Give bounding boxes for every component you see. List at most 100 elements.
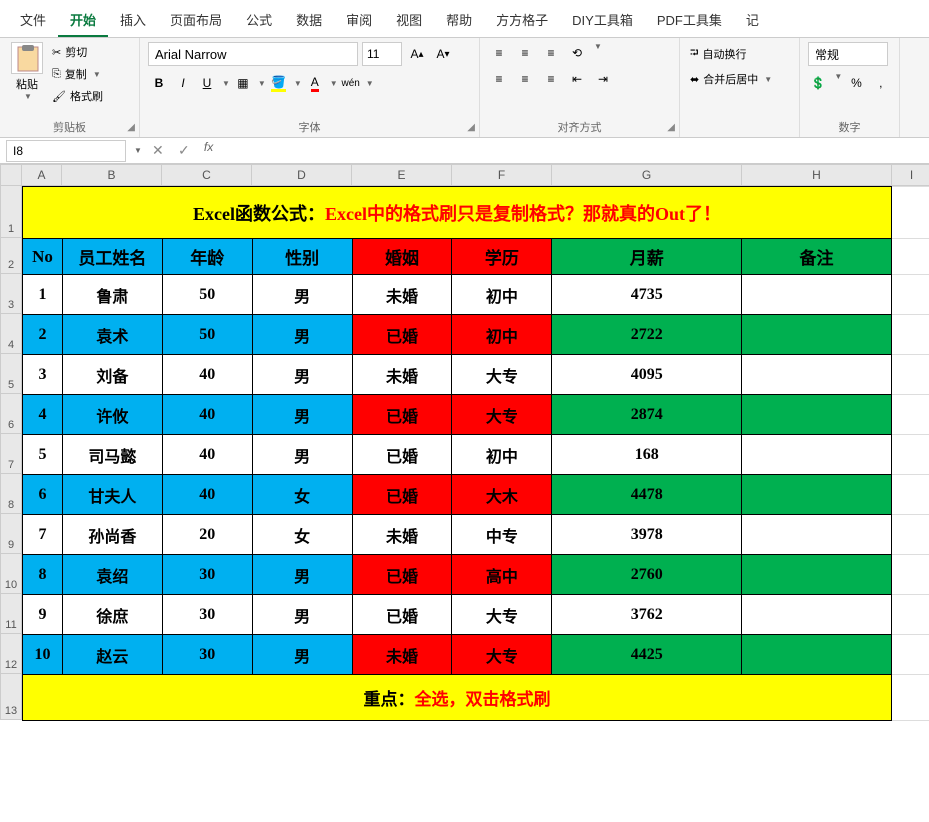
chevron-down-icon[interactable]: ▼ bbox=[222, 79, 230, 88]
cell-r2-c7[interactable] bbox=[742, 355, 892, 395]
cell-r3-c2[interactable]: 40 bbox=[162, 395, 252, 435]
col-header-E[interactable]: E bbox=[352, 164, 452, 186]
align-center-button[interactable]: ≡ bbox=[514, 68, 536, 90]
increase-font-button[interactable]: A▴ bbox=[406, 43, 428, 65]
row-header-13[interactable]: 13 bbox=[0, 674, 22, 720]
menu-item-6[interactable]: 审阅 bbox=[334, 4, 384, 37]
cell-r8-c4[interactable]: 已婚 bbox=[352, 595, 452, 635]
row-header-12[interactable]: 12 bbox=[0, 634, 22, 674]
number-format-select[interactable] bbox=[808, 42, 888, 66]
select-all-corner[interactable] bbox=[0, 164, 22, 186]
cell-r9-c4[interactable]: 未婚 bbox=[352, 635, 452, 675]
cell-r0-c6[interactable]: 4735 bbox=[552, 275, 742, 315]
row-header-6[interactable]: 6 bbox=[0, 394, 22, 434]
row-header-4[interactable]: 4 bbox=[0, 314, 22, 354]
col-header-C[interactable]: C bbox=[162, 164, 252, 186]
cell-I5[interactable] bbox=[891, 355, 929, 395]
increase-indent-button[interactable]: ⇥ bbox=[592, 68, 614, 90]
cell-r4-c7[interactable] bbox=[742, 435, 892, 475]
cell-r8-c5[interactable]: 大专 bbox=[452, 595, 552, 635]
border-button[interactable]: ▦ bbox=[232, 72, 254, 94]
row-header-3[interactable]: 3 bbox=[0, 274, 22, 314]
cell-r5-c7[interactable] bbox=[742, 475, 892, 515]
cell-r8-c2[interactable]: 30 bbox=[162, 595, 252, 635]
cell-r7-c4[interactable]: 已婚 bbox=[352, 555, 452, 595]
col-header-D[interactable]: D bbox=[252, 164, 352, 186]
cell-r0-c5[interactable]: 初中 bbox=[452, 275, 552, 315]
confirm-formula-button[interactable]: ✓ bbox=[172, 140, 196, 162]
cell-r5-c6[interactable]: 4478 bbox=[552, 475, 742, 515]
font-color-button[interactable]: A bbox=[304, 72, 326, 94]
cell-r5-c2[interactable]: 40 bbox=[162, 475, 252, 515]
cell-r3-c3[interactable]: 男 bbox=[252, 395, 352, 435]
cell-r5-c0[interactable]: 6 bbox=[23, 475, 63, 515]
cell-r5-c4[interactable]: 已婚 bbox=[352, 475, 452, 515]
align-left-button[interactable]: ≡ bbox=[488, 68, 510, 90]
cell-r8-c3[interactable]: 男 bbox=[252, 595, 352, 635]
cell-r1-c4[interactable]: 已婚 bbox=[352, 315, 452, 355]
header-cell-7[interactable]: 备注 bbox=[742, 239, 892, 275]
cell-r4-c2[interactable]: 40 bbox=[162, 435, 252, 475]
row-header-10[interactable]: 10 bbox=[0, 554, 22, 594]
menu-item-1[interactable]: 开始 bbox=[58, 4, 108, 37]
cell-I11[interactable] bbox=[891, 595, 929, 635]
cell-r5-c1[interactable]: 甘夫人 bbox=[62, 475, 162, 515]
cell-r7-c2[interactable]: 30 bbox=[162, 555, 252, 595]
cell-r8-c1[interactable]: 徐庶 bbox=[62, 595, 162, 635]
cell-r7-c3[interactable]: 男 bbox=[252, 555, 352, 595]
bold-button[interactable]: B bbox=[148, 72, 170, 94]
row-header-5[interactable]: 5 bbox=[0, 354, 22, 394]
header-cell-1[interactable]: 员工姓名 bbox=[62, 239, 162, 275]
menu-item-11[interactable]: PDF工具集 bbox=[645, 4, 734, 37]
formula-input[interactable] bbox=[223, 140, 929, 162]
merge-center-button[interactable]: ⬌合并后居中▼ bbox=[688, 69, 791, 89]
cell-r6-c3[interactable]: 女 bbox=[252, 515, 352, 555]
cell-r9-c7[interactable] bbox=[742, 635, 892, 675]
cell-r7-c6[interactable]: 2760 bbox=[552, 555, 742, 595]
cell-r7-c7[interactable] bbox=[742, 555, 892, 595]
align-middle-button[interactable]: ≡ bbox=[514, 42, 536, 64]
cell-I2[interactable] bbox=[891, 239, 929, 275]
cell-r2-c3[interactable]: 男 bbox=[252, 355, 352, 395]
align-bottom-button[interactable]: ≡ bbox=[540, 42, 562, 64]
chevron-down-icon[interactable]: ▼ bbox=[258, 79, 266, 88]
cell-r2-c4[interactable]: 未婚 bbox=[352, 355, 452, 395]
menu-item-8[interactable]: 帮助 bbox=[434, 4, 484, 37]
title-cell[interactable]: Excel函数公式：Excel中的格式刷只是复制格式？那就真的Out了！ bbox=[23, 187, 892, 239]
menu-item-4[interactable]: 公式 bbox=[234, 4, 284, 37]
menu-item-12[interactable]: 记 bbox=[734, 4, 771, 37]
cell-r8-c7[interactable] bbox=[742, 595, 892, 635]
cell-r6-c2[interactable]: 20 bbox=[162, 515, 252, 555]
cell-I4[interactable] bbox=[891, 315, 929, 355]
cell-I13[interactable] bbox=[891, 675, 929, 721]
align-right-button[interactable]: ≡ bbox=[540, 68, 562, 90]
header-cell-0[interactable]: No bbox=[23, 239, 63, 275]
menu-item-5[interactable]: 数据 bbox=[284, 4, 334, 37]
cell-r4-c0[interactable]: 5 bbox=[23, 435, 63, 475]
cell-r0-c2[interactable]: 50 bbox=[162, 275, 252, 315]
cell-r9-c6[interactable]: 4425 bbox=[552, 635, 742, 675]
cell-I8[interactable] bbox=[891, 475, 929, 515]
align-top-button[interactable]: ≡ bbox=[488, 42, 510, 64]
menu-item-10[interactable]: DIY工具箱 bbox=[560, 4, 645, 37]
italic-button[interactable]: I bbox=[172, 72, 194, 94]
cell-r0-c3[interactable]: 男 bbox=[252, 275, 352, 315]
col-header-G[interactable]: G bbox=[552, 164, 742, 186]
cell-r6-c7[interactable] bbox=[742, 515, 892, 555]
cell-r6-c6[interactable]: 3978 bbox=[552, 515, 742, 555]
row-header-7[interactable]: 7 bbox=[0, 434, 22, 474]
accounting-format-button[interactable]: 💲 bbox=[808, 72, 828, 94]
underline-button[interactable]: U bbox=[196, 72, 218, 94]
menu-item-3[interactable]: 页面布局 bbox=[158, 4, 234, 37]
cell-r2-c1[interactable]: 刘备 bbox=[62, 355, 162, 395]
fx-icon[interactable]: fx bbox=[198, 140, 219, 162]
cell-r4-c5[interactable]: 初中 bbox=[452, 435, 552, 475]
cell-r5-c5[interactable]: 大木 bbox=[452, 475, 552, 515]
cell-r4-c1[interactable]: 司马懿 bbox=[62, 435, 162, 475]
header-cell-6[interactable]: 月薪 bbox=[552, 239, 742, 275]
row-header-8[interactable]: 8 bbox=[0, 474, 22, 514]
percent-button[interactable]: % bbox=[846, 72, 866, 94]
cell-r3-c4[interactable]: 已婚 bbox=[352, 395, 452, 435]
footer-cell[interactable]: 重点：全选，双击格式刷 bbox=[23, 675, 892, 721]
cell-r9-c3[interactable]: 男 bbox=[252, 635, 352, 675]
